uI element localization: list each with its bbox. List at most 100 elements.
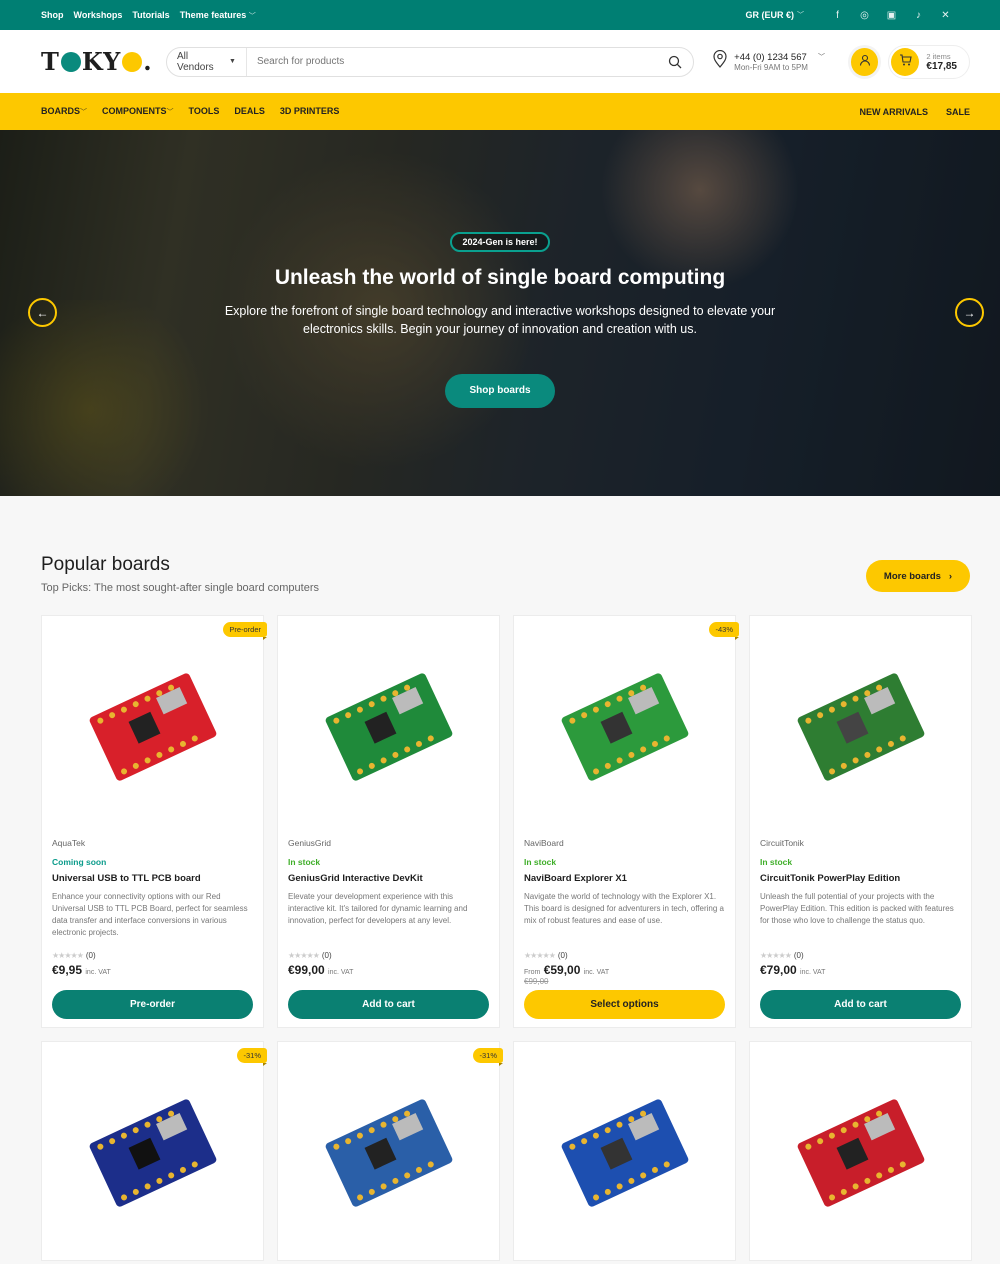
caret-down-icon: ▼ <box>229 58 236 65</box>
product-name[interactable]: NaviBoard Explorer X1 <box>524 873 725 884</box>
nav-label: BOARDS <box>41 106 81 116</box>
search-input[interactable] <box>246 56 658 67</box>
price-amount: €79,00 <box>760 963 797 977</box>
product-image[interactable] <box>52 1042 253 1264</box>
cart-item-count: 2 items <box>926 51 951 61</box>
price-vat: inc. VAT <box>800 969 826 976</box>
section-subtitle: Top Picks: The most sought-after single … <box>41 582 319 594</box>
search-icon[interactable] <box>657 55 693 69</box>
section-title: Popular boards <box>41 554 170 575</box>
nav-item-components[interactable]: COMPONENTS﹀ <box>102 106 174 117</box>
product-name[interactable]: GeniusGrid Interactive DevKit <box>288 873 489 884</box>
star-rating-icon: ★★★★★ <box>524 951 556 960</box>
product-card[interactable]: -43% NaviBoard In stock NaviBoard Explor… <box>513 615 739 1028</box>
cart-button[interactable]: 2 items €17,85 <box>888 44 970 79</box>
product-card[interactable]: -31% <box>277 1041 503 1264</box>
board-image <box>325 1099 452 1207</box>
logo[interactable]: T KY . <box>41 47 166 76</box>
product-card[interactable] <box>513 1041 736 1261</box>
product-vendor[interactable]: AquaTek <box>52 838 253 848</box>
product-image[interactable] <box>760 616 961 838</box>
product-image[interactable] <box>760 1042 961 1264</box>
vendor-select-label: All Vendors <box>176 50 214 73</box>
logo-text-ky: KY <box>81 47 122 76</box>
account-button[interactable] <box>851 47 879 76</box>
x-icon[interactable]: ✕ <box>932 10 959 21</box>
product-image[interactable] <box>524 1042 725 1264</box>
product-action-button[interactable]: Select options <box>524 990 725 1019</box>
review-count: (0) <box>321 951 332 960</box>
price-vat: inc. VAT <box>328 969 354 976</box>
board-image <box>89 1099 216 1207</box>
contact-info[interactable]: +44 (0) 1234 567 Mon-Fri 9AM to 5PM ﹀ <box>712 49 839 73</box>
product-image[interactable] <box>52 616 253 838</box>
linkedin-icon[interactable]: ▣ <box>878 10 905 21</box>
nav-item-boards[interactable]: BOARDS﹀ <box>41 106 87 117</box>
topbar-link-theme-features[interactable]: Theme features ﹀ <box>180 10 256 21</box>
product-grid-row-2: -31% -31% <box>41 1041 972 1264</box>
star-rating-icon: ★★★★★ <box>288 951 320 960</box>
product-description: Elevate your development experience with… <box>288 892 468 925</box>
product-image[interactable] <box>288 616 489 838</box>
stock-status: Coming soon <box>52 857 107 867</box>
product-image[interactable] <box>288 1042 489 1264</box>
topbar-link-workshops[interactable]: Workshops <box>74 10 123 20</box>
more-boards-label: More boards <box>883 570 941 582</box>
chevron-down-icon: ﹀ <box>80 109 88 116</box>
product-rating: ★★★★★ (0) <box>52 951 253 960</box>
product-name[interactable]: Universal USB to TTL PCB board <box>52 873 253 884</box>
currency-selector[interactable]: GR (EUR €) ﹀ <box>745 10 804 20</box>
nav-item-new-arrivals[interactable]: NEW ARRIVALS <box>859 107 928 117</box>
facebook-icon[interactable]: f <box>824 10 851 21</box>
nav-item-sale[interactable]: SALE <box>946 107 970 117</box>
nav-item-tools[interactable]: TOOLS <box>189 106 220 117</box>
cart-icon <box>899 53 912 71</box>
price-from: From <box>524 969 541 976</box>
review-count: (0) <box>85 951 96 960</box>
product-vendor[interactable]: GeniusGrid <box>288 838 489 848</box>
hero-banner: ← → 2024-Gen is here! Unleash the world … <box>0 130 1000 496</box>
product-price: From €59,00 inc. VAT <box>524 963 725 977</box>
product-name[interactable]: CircuitTonik PowerPlay Edition <box>760 873 961 884</box>
chevron-down-icon: ﹀ <box>166 109 174 116</box>
product-vendor[interactable]: NaviBoard <box>524 838 725 848</box>
nav-label: COMPONENTS <box>102 106 167 116</box>
product-card[interactable]: CircuitTonik In stock CircuitTonik Power… <box>749 615 972 1028</box>
price-vat: inc. VAT <box>583 969 610 976</box>
main-nav: BOARDS﹀ COMPONENTS﹀ TOOLS DEALS 3D PRINT… <box>0 93 1000 130</box>
product-tag: -43% <box>709 622 739 640</box>
product-action-button[interactable]: Add to cart <box>288 990 489 1019</box>
topbar-link-shop[interactable]: Shop <box>41 10 64 20</box>
product-action-button[interactable]: Pre-order <box>52 990 253 1019</box>
product-description: Navigate the world of technology with th… <box>524 892 724 925</box>
nav-item-3d-printers[interactable]: 3D PRINTERS <box>280 106 340 117</box>
tiktok-icon[interactable]: ♪ <box>905 10 932 21</box>
review-count: (0) <box>793 951 804 960</box>
old-price: €99,00 <box>524 977 549 986</box>
product-tag: Pre-order <box>223 622 267 640</box>
product-vendor[interactable]: CircuitTonik <box>760 838 961 848</box>
product-card[interactable]: -31% <box>41 1041 267 1264</box>
topbar-link-tutorials[interactable]: Tutorials <box>132 10 169 20</box>
hero-title: Unleash the world of single board comput… <box>274 266 726 289</box>
nav-item-deals[interactable]: DEALS <box>234 106 265 117</box>
more-boards-button[interactable]: More boards › <box>866 560 970 592</box>
search-bar: All Vendors ▼ <box>165 46 695 77</box>
board-image <box>797 1099 924 1207</box>
product-card[interactable]: Pre-order AquaTek Coming soon Universal … <box>41 615 267 1028</box>
board-image <box>325 673 452 781</box>
product-rating: ★★★★★ (0) <box>760 951 961 960</box>
stock-status: In stock <box>760 857 793 867</box>
price-amount: €59,00 <box>543 963 581 977</box>
price-amount: €99,00 <box>288 963 325 977</box>
product-rating: ★★★★★ (0) <box>288 951 489 960</box>
product-card[interactable]: GeniusGrid In stock GeniusGrid Interacti… <box>277 615 500 1028</box>
logo-teal-dot <box>60 51 81 72</box>
shop-boards-button[interactable]: Shop boards <box>445 374 555 408</box>
product-card[interactable] <box>749 1041 972 1261</box>
product-tag: -31% <box>237 1048 267 1066</box>
instagram-icon[interactable]: ◎ <box>851 10 878 21</box>
vendor-select[interactable]: All Vendors ▼ <box>167 47 247 76</box>
product-action-button[interactable]: Add to cart <box>760 990 961 1019</box>
product-image[interactable] <box>524 616 725 838</box>
